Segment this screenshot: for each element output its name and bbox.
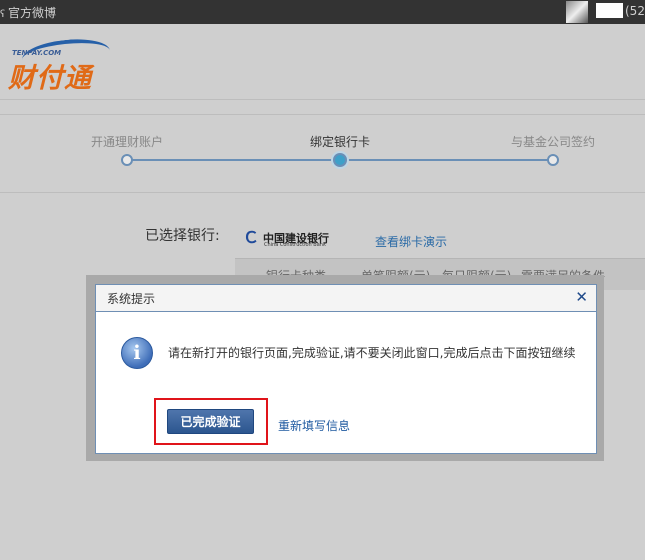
- step-line-2: [344, 159, 549, 161]
- weibo-label: 官方微博: [8, 6, 57, 20]
- weibo-icon: ʕ: [0, 9, 6, 20]
- refill-info-link[interactable]: 重新填写信息: [278, 417, 350, 434]
- dialog-message: 请在新打开的银行页面,完成验证,请不要关闭此窗口,完成后点击下面按钮继续: [168, 346, 576, 360]
- message-count: (52: [625, 4, 645, 18]
- header: TENPAY.COM 财付通: [0, 24, 645, 100]
- step-sign-fund: 与基金公司签约: [511, 135, 596, 149]
- step-line-1: [130, 159, 336, 161]
- step-open-account: 开通理财账户: [91, 135, 164, 149]
- info-icon: i: [121, 337, 153, 369]
- username-box[interactable]: [596, 3, 623, 18]
- close-icon[interactable]: ✕: [575, 288, 588, 306]
- selected-bank-label: 已选择银行:: [145, 228, 220, 244]
- logo-domain: TENPAY.COM: [12, 49, 62, 57]
- dialog-title: 系统提示: [107, 292, 156, 306]
- top-bar: ʕ 官方微博 (52: [0, 0, 645, 24]
- ccb-icon: Ｃ: [243, 228, 260, 247]
- step-dot-2: [333, 153, 347, 167]
- dialog-titlebar: 系统提示 ✕: [96, 285, 596, 312]
- step-dot-3: [547, 154, 559, 166]
- tenpay-logo[interactable]: TENPAY.COM 财付通: [8, 35, 112, 95]
- demo-link[interactable]: 查看绑卡演示: [375, 233, 447, 250]
- progress-steps: 开通理财账户 绑定银行卡 与基金公司签约: [0, 114, 645, 193]
- step-dot-1: [121, 154, 133, 166]
- avatar[interactable]: [566, 1, 588, 23]
- bank-name-en: China Construction Bank: [264, 242, 326, 248]
- step-bind-card: 绑定银行卡: [310, 135, 371, 149]
- verification-done-button[interactable]: 已完成验证: [167, 409, 254, 434]
- system-prompt-dialog: 系统提示 ✕ i 请在新打开的银行页面,完成验证,请不要关闭此窗口,完成后点击下…: [95, 284, 597, 454]
- weibo-link[interactable]: ʕ 官方微博: [0, 4, 56, 21]
